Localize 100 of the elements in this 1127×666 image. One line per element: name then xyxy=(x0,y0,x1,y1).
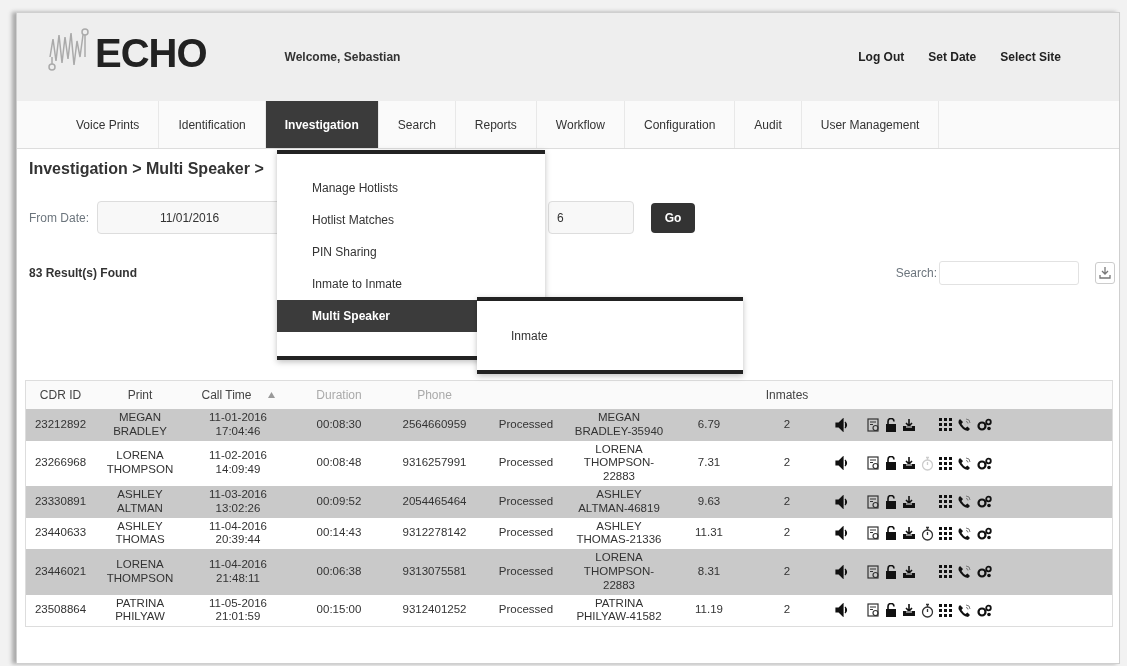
download-icon[interactable] xyxy=(902,417,916,432)
table-cell: 9313075581 xyxy=(387,549,482,595)
phone-icon[interactable] xyxy=(957,455,972,471)
download-icon[interactable] xyxy=(902,526,916,541)
nav-tab[interactable]: Voice Prints xyxy=(57,101,160,148)
unlock-icon[interactable] xyxy=(885,564,897,579)
gears-icon[interactable] xyxy=(977,418,992,432)
nav-tab[interactable]: Configuration xyxy=(624,101,736,148)
nav-tab[interactable]: Reports xyxy=(455,101,537,148)
table-cell: ASHLEY ALTMAN xyxy=(95,486,185,518)
table-cell: Processed xyxy=(482,486,570,518)
nav-tab[interactable]: Investigation xyxy=(265,101,379,148)
table-cell: 6.79 xyxy=(668,409,750,441)
table-cell: 23266968 xyxy=(26,440,95,486)
phone-icon[interactable] xyxy=(957,602,972,618)
report-icon[interactable] xyxy=(867,603,880,618)
table-cell: 11-02-2016 14:09:49 xyxy=(185,440,291,486)
table-cell: 11-04-2016 21:48:11 xyxy=(185,549,291,595)
breadcrumb-text: Investigation > Multi Speaker > xyxy=(29,159,264,179)
table-cell: 23446021 xyxy=(26,549,95,595)
unlock-icon[interactable] xyxy=(885,603,897,618)
menu-item[interactable]: Inmate to Inmate xyxy=(277,268,477,300)
header-link[interactable]: Log Out xyxy=(858,48,905,66)
grid-icon[interactable] xyxy=(939,456,952,470)
results-count: 83 Result(s) Found xyxy=(29,265,137,282)
grid-icon[interactable] xyxy=(939,495,952,509)
welcome-text: Welcome, Sebastian xyxy=(284,49,401,66)
export-button[interactable] xyxy=(1095,262,1115,284)
table-cell: LORENA THOMPSON-22883 xyxy=(570,440,668,486)
unlock-icon[interactable] xyxy=(885,417,897,432)
table-cell: 00:08:48 xyxy=(291,440,387,486)
table-cell: 9316257991 xyxy=(387,440,482,486)
column-header[interactable]: Print xyxy=(127,386,153,404)
search-field[interactable] xyxy=(939,261,1079,285)
table-cell: Processed xyxy=(482,549,570,595)
download-icon[interactable] xyxy=(902,494,916,509)
table-cell: ASHLEY ALTMAN-46819 xyxy=(570,486,668,518)
gears-icon[interactable] xyxy=(977,526,992,540)
download-icon[interactable] xyxy=(902,564,916,579)
gears-icon[interactable] xyxy=(977,603,992,617)
grid-icon[interactable] xyxy=(939,418,952,432)
stopwatch-icon[interactable] xyxy=(921,525,934,541)
table-cell: 2564660959 xyxy=(387,409,482,441)
table-cell: MEGAN BRADLEY xyxy=(95,409,185,441)
search-label: Search: xyxy=(895,265,937,282)
header-link[interactable]: Select Site xyxy=(1000,48,1061,66)
table-cell: 7.31 xyxy=(668,440,750,486)
table-cell: MEGAN BRADLEY-35940 xyxy=(570,409,668,441)
nav-tab[interactable]: User Management xyxy=(801,101,940,148)
unlock-icon[interactable] xyxy=(885,494,897,509)
stopwatch-icon[interactable] xyxy=(921,602,934,618)
report-icon[interactable] xyxy=(867,456,880,471)
grid-icon[interactable] xyxy=(939,603,952,617)
report-icon[interactable] xyxy=(867,526,880,541)
speaker-icon[interactable] xyxy=(835,603,849,618)
speaker-icon[interactable] xyxy=(835,494,849,509)
table-cell: 2 xyxy=(750,409,824,441)
speaker-icon[interactable] xyxy=(835,456,849,471)
gears-icon[interactable] xyxy=(977,456,992,470)
phone-icon[interactable] xyxy=(957,564,972,580)
table-cell: 9312278142 xyxy=(387,517,482,550)
report-icon[interactable] xyxy=(867,417,880,432)
menu-item[interactable]: Inmate xyxy=(477,322,582,349)
table-cell: 2 xyxy=(750,517,824,550)
menu-item[interactable]: PIN Sharing xyxy=(277,236,477,268)
table-cell: LORENA THOMPSON-22883 xyxy=(570,549,668,595)
table-cell: 23330891 xyxy=(26,486,95,518)
speaker-icon[interactable] xyxy=(835,564,849,579)
report-icon[interactable] xyxy=(867,494,880,509)
phone-icon[interactable] xyxy=(957,417,972,433)
header-link[interactable]: Set Date xyxy=(928,48,977,66)
menu-item[interactable]: Multi Speaker xyxy=(277,300,477,332)
download-icon[interactable] xyxy=(902,603,916,618)
grid-icon[interactable] xyxy=(939,565,952,579)
report-icon[interactable] xyxy=(867,564,880,579)
phone-icon[interactable] xyxy=(957,525,972,541)
table-cell: ASHLEY THOMAS-21336 xyxy=(570,517,668,550)
gears-icon[interactable] xyxy=(977,495,992,509)
speaker-icon[interactable] xyxy=(835,417,849,432)
nav-tab[interactable]: Workflow xyxy=(536,101,625,148)
from-date-label: From Date: xyxy=(29,209,89,227)
table-cell: 00:08:30 xyxy=(291,409,387,441)
nav-tab[interactable]: Identification xyxy=(159,101,266,148)
table-cell: 11-01-2016 17:04:46 xyxy=(185,409,291,441)
download-icon[interactable] xyxy=(902,456,916,471)
menu-item[interactable]: Manage Hotlists xyxy=(277,172,477,204)
nav-tab[interactable]: Search xyxy=(378,101,456,148)
table-cell: Processed xyxy=(482,440,570,486)
speaker-icon[interactable] xyxy=(835,526,849,541)
phone-icon[interactable] xyxy=(957,494,972,510)
unlock-icon[interactable] xyxy=(885,526,897,541)
sort-icon[interactable] xyxy=(267,392,275,398)
table-cell: LORENA THOMPSON xyxy=(95,549,185,595)
date-field[interactable]: 6 xyxy=(548,201,634,234)
table-cell: 11-04-2016 20:39:44 xyxy=(185,517,291,550)
go-button[interactable]: Go xyxy=(651,202,695,233)
grid-icon[interactable] xyxy=(939,526,952,540)
gears-icon[interactable] xyxy=(977,565,992,579)
nav-tab[interactable]: Audit xyxy=(735,101,802,148)
unlock-icon[interactable] xyxy=(885,456,897,471)
